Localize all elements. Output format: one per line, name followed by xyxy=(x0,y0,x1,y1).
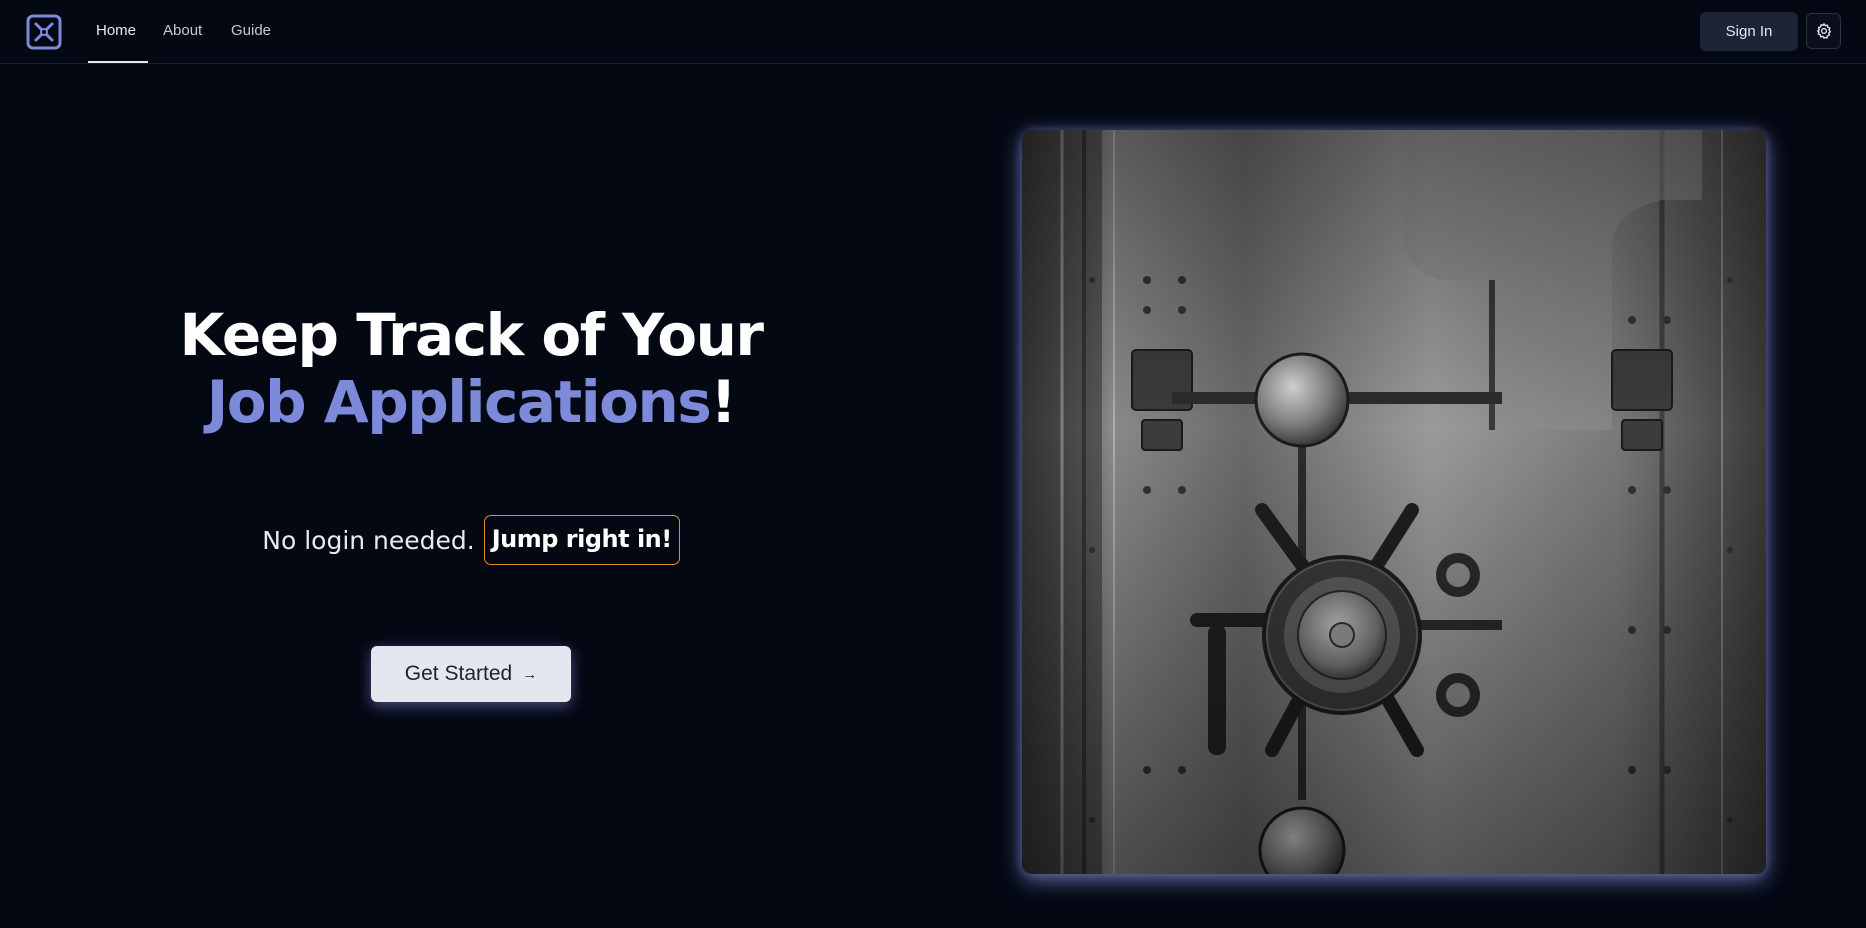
subtitle-highlight-badge: Jump right in! xyxy=(483,515,680,565)
get-started-button[interactable]: Get Started → xyxy=(371,646,571,702)
vault-door-photo xyxy=(1022,130,1766,874)
hero-title-line2: Job Applications! xyxy=(0,369,942,435)
arrow-right-icon: → xyxy=(522,665,538,683)
hero-subtitle: No login needed. Jump right in! xyxy=(0,515,942,565)
top-navbar: Home About Guide Sign In xyxy=(0,0,1866,64)
nav-link-guide[interactable]: Guide xyxy=(231,0,271,64)
subtitle-plain-text: No login needed. xyxy=(262,525,475,555)
nav-link-home[interactable]: Home xyxy=(96,0,136,64)
hero-title-accent: Job Applications xyxy=(206,368,712,436)
theme-toggle-button[interactable] xyxy=(1806,13,1841,49)
active-tab-indicator xyxy=(88,61,148,63)
app-logo-icon[interactable] xyxy=(26,14,62,50)
nav-link-about[interactable]: About xyxy=(163,0,202,64)
hero-title-exclamation: ! xyxy=(710,368,736,436)
hero-title-line1: Keep Track of Your xyxy=(179,301,764,369)
sign-in-button[interactable]: Sign In xyxy=(1700,12,1798,51)
gear-icon xyxy=(1816,23,1831,39)
get-started-label: Get Started xyxy=(404,662,513,685)
